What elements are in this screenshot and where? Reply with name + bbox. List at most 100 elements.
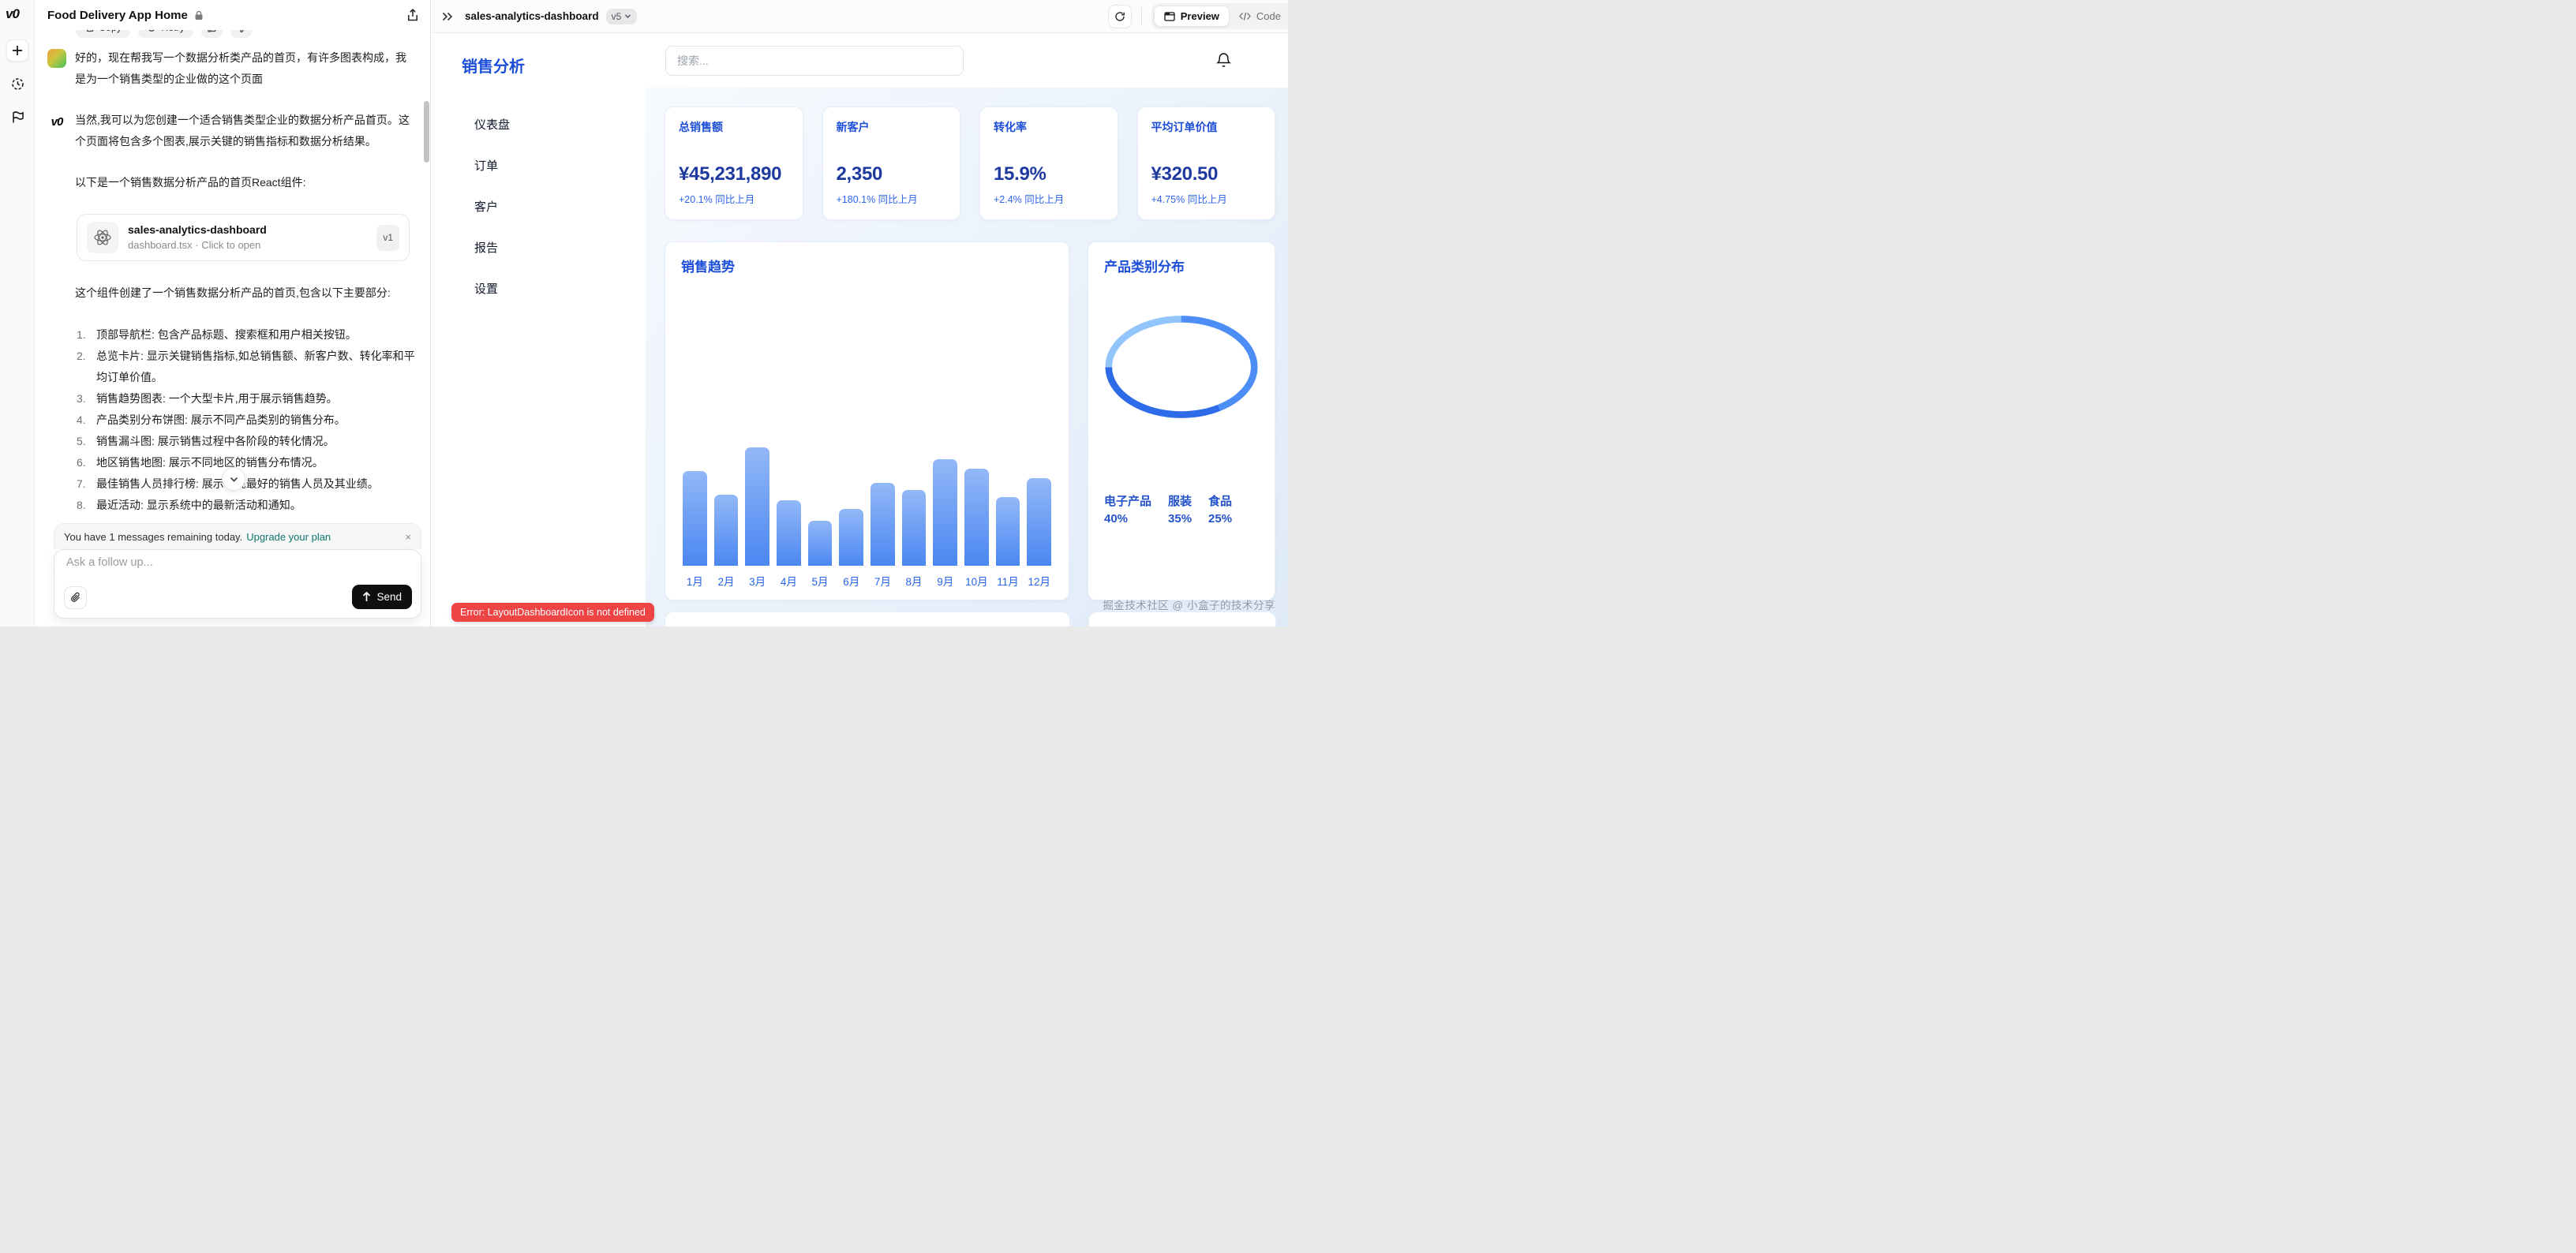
bar-6月 [839,509,863,566]
category-legend: 电子产品40%服装35%食品25% [1104,493,1259,528]
upgrade-plan-link[interactable]: Upgrade your plan [246,531,331,543]
version-selector[interactable]: v5 [606,9,638,24]
dashboard-sidebar: 销售分析 仪表盘 订单 客户 报告 设置 [432,33,646,626]
nav-item-dashboard[interactable]: 仪表盘 [432,103,646,144]
chat-panel: Food Delivery App Home Copy Retry [35,0,431,626]
metric-delta: +20.1% 同比上月 [679,191,789,206]
nav-item-customers[interactable]: 客户 [432,185,646,226]
close-icon[interactable]: × [405,531,411,543]
left-rail: v0 [0,0,35,626]
v0-logo[interactable]: v0 [6,6,19,22]
dashboard-brand: 销售分析 [462,54,646,77]
dashboard-content: 总销售额 ¥45,231,890 +20.1% 同比上月 新客户 2,350 +… [646,88,1288,626]
project-title[interactable]: Food Delivery App Home [47,9,188,22]
limit-text: You have 1 messages remaining today. [64,531,242,543]
chevron-down-icon [624,13,631,20]
metric-label: 总销售额 [679,119,789,135]
preview-code-toggle: Preview Code [1151,3,1288,29]
feedback-button[interactable] [6,106,28,128]
bar-5月 [808,521,833,566]
assistant-lead-text: 以下是一个销售数据分析产品的首页React组件: [75,172,416,193]
preview-title: sales-analytics-dashboard [465,10,599,22]
bar-tick-label: 1月 [683,573,707,589]
metric-label: 转化率 [994,119,1104,135]
send-button[interactable]: Send [352,585,412,609]
bar-8月 [902,490,927,566]
bell-icon[interactable] [1216,52,1231,69]
metric-value: ¥45,231,890 [679,163,789,185]
dashboard-header [646,33,1288,88]
chevrons-right-icon [441,11,454,22]
nav-item-orders[interactable]: 订单 [432,144,646,185]
legend-item: 服装35% [1168,493,1192,528]
flag-icon [11,110,24,124]
version-badge: v1 [376,225,399,251]
preview-viewport: 销售分析 仪表盘 订单 客户 报告 设置 总销售额 ¥45,231,890 +2… [432,33,1288,626]
nav-item-settings[interactable]: 设置 [432,267,646,309]
metric-card-conversion-rate: 转化率 15.9% +2.4% 同比上月 [979,107,1118,220]
chat-header: Food Delivery App Home [35,0,430,30]
charts-row: 销售趋势 1月2月3月4月5月6月7月8月9月10月11月12月 产品类别分布 … [665,241,1275,600]
feature-list: 顶部导航栏: 包含产品标题、搜索框和用户相关按钮。 总览卡片: 显示关键销售指标… [75,324,416,516]
list-item: 最佳销售人员排行榜: 展示表现最好的销售人员及其业绩。 [75,473,416,495]
legend-label: 服装 [1168,493,1192,511]
metric-card-new-customers: 新客户 2,350 +180.1% 同比上月 [822,107,961,220]
category-distribution-title: 产品类别分布 [1104,256,1259,275]
assistant-avatar: v0 [47,111,66,130]
component-card-subtitle: dashboard.tsx · Click to open [128,238,367,252]
user-message: 好的，现在帮我写一个数据分析类产品的首页，有许多图表构成，我是为一个销售类型的企… [47,47,416,90]
chat-scrollbar-thumb[interactable] [424,101,429,163]
sales-trend-card: 销售趋势 1月2月3月4月5月6月7月8月9月10月11月12月 [665,241,1069,600]
code-icon [1239,12,1251,21]
legend-label: 食品 [1208,493,1232,511]
metric-delta: +2.4% 同比上月 [994,191,1104,206]
summary-lead-text: 这个组件创建了一个销售数据分析产品的首页,包含以下主要部分: [75,282,416,304]
share-button[interactable] [406,9,419,22]
plus-icon [11,44,24,57]
list-item: 最近活动: 显示系统中的最新活动和通知。 [75,495,416,516]
bar-tick-label: 6月 [839,573,863,589]
metric-value: 15.9% [994,163,1104,185]
bar-9月 [933,459,957,566]
collapse-panel-button[interactable] [441,11,454,22]
lock-icon [194,10,204,21]
attach-button[interactable] [64,586,87,609]
bar-tick-label: 4月 [777,573,801,589]
bar-2月 [714,495,739,566]
bar-tick-label: 10月 [964,573,989,589]
list-item: 总览卡片: 显示关键销售指标,如总销售额、新客户数、转化率和平均订单价值。 [75,346,416,388]
list-item: 地区销售地图: 展示不同地区的销售分布情况。 [75,452,416,473]
legend-value: 40% [1104,511,1151,528]
list-item: 产品类别分布饼图: 展示不同产品类别的销售分布。 [75,410,416,431]
message-limit-banner: You have 1 messages remaining today. Upg… [54,523,421,549]
preview-topbar: sales-analytics-dashboard v5 Preview Cod… [432,0,1288,33]
list-item: 顶部导航栏: 包含产品标题、搜索框和用户相关按钮。 [75,324,416,346]
react-icon [87,222,118,253]
tab-code[interactable]: Code [1230,6,1288,26]
refresh-button[interactable] [1108,5,1132,28]
metric-card-avg-order-value: 平均订单价值 ¥320.50 +4.75% 同比上月 [1137,107,1276,220]
new-chat-button[interactable] [6,39,28,62]
sales-trend-bars [681,275,1053,566]
metric-delta: +4.75% 同比上月 [1151,191,1262,206]
tab-preview[interactable]: Preview [1154,6,1230,27]
composer-area: You have 1 messages remaining today. Upg… [54,523,421,619]
browser-icon [1164,12,1175,21]
list-item: 销售漏斗图: 展示销售过程中各阶段的转化情况。 [75,431,416,452]
metric-label: 新客户 [837,119,947,135]
nav-item-reports[interactable]: 报告 [432,226,646,267]
assistant-message: v0 当然,我可以为您创建一个适合销售类型企业的数据分析产品首页。这个页面将包含… [47,110,416,152]
user-avatar [47,49,66,68]
bar-7月 [871,483,895,566]
error-toast: Error: LayoutDashboardIcon is not define… [451,603,654,622]
dashboard-search-input[interactable] [665,46,964,76]
history-button[interactable] [6,73,28,95]
paperclip-icon [70,592,81,604]
bar-tick-label: 5月 [808,573,833,589]
component-card-meta: sales-analytics-dashboard dashboard.tsx … [128,223,367,252]
bar-tick-label: 11月 [996,573,1020,589]
component-card[interactable]: sales-analytics-dashboard dashboard.tsx … [77,214,410,261]
bar-tick-label: 8月 [902,573,927,589]
follow-up-input[interactable] [66,556,406,569]
scroll-to-bottom-button[interactable] [222,467,245,491]
